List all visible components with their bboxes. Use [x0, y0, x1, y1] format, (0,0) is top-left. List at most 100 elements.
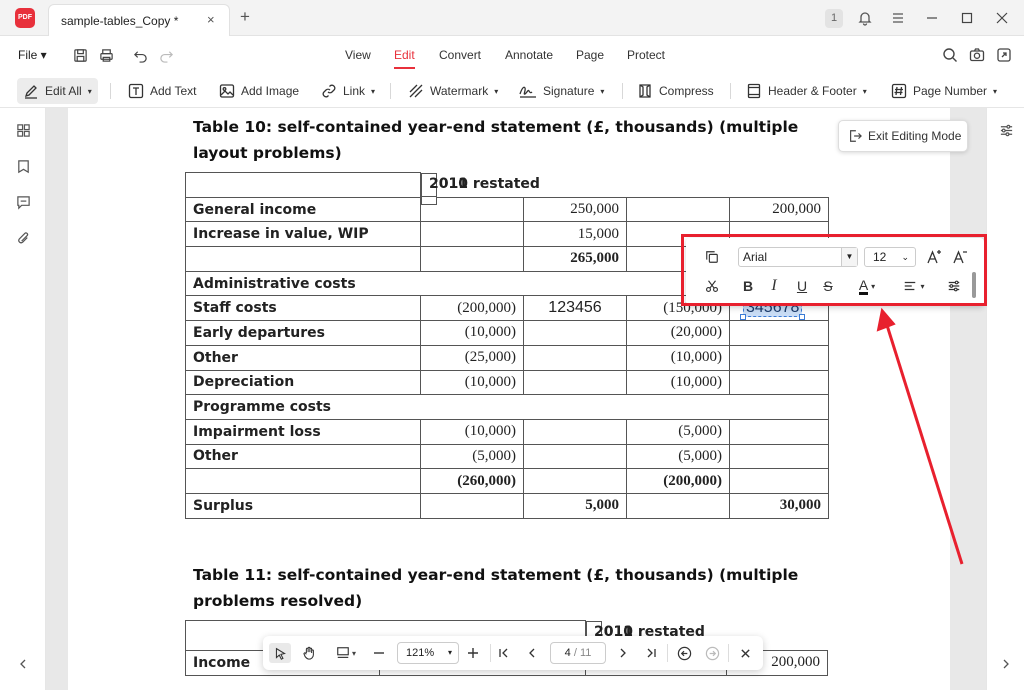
bell-icon[interactable]: [855, 8, 875, 28]
pdf-page[interactable]: Table 10: self-contained year-end statem…: [68, 108, 950, 690]
close-bar-icon[interactable]: [735, 643, 755, 663]
table-cell[interactable]: 265,000: [523, 246, 627, 272]
divider: [390, 83, 391, 99]
search-icon[interactable]: [940, 45, 960, 65]
row-label[interactable]: Early departures: [185, 320, 421, 346]
hamburger-menu-icon[interactable]: [888, 8, 908, 28]
table-cell[interactable]: (260,000): [420, 468, 524, 494]
add-image-button[interactable]: Add Image: [219, 78, 299, 104]
table-cell[interactable]: (10,000): [626, 369, 730, 396]
table-cell[interactable]: (200,000): [420, 295, 524, 322]
share-icon[interactable]: [994, 45, 1014, 65]
table-cell[interactable]: (10,000): [626, 344, 730, 371]
inserted-text-cell[interactable]: 123456: [523, 295, 627, 322]
zoom-select[interactable]: 121% ▾: [397, 642, 459, 664]
tab-convert[interactable]: Convert: [439, 48, 481, 62]
tab-annotate[interactable]: Annotate: [505, 48, 553, 62]
app-logo: PDF: [15, 8, 35, 28]
row-label[interactable]: General income: [185, 196, 421, 223]
tab-view[interactable]: View: [345, 48, 371, 62]
row-label[interactable]: Other: [185, 344, 421, 371]
header-footer-button[interactable]: Header & Footer ▾: [746, 78, 867, 104]
table-cell: [420, 221, 524, 248]
table-cell[interactable]: (200,000): [626, 468, 730, 494]
table-cell[interactable]: 15,000: [523, 221, 627, 248]
table-cell[interactable]: (5,000): [626, 443, 730, 470]
table-cell[interactable]: (25,000): [420, 344, 524, 371]
camera-icon[interactable]: [967, 45, 987, 65]
page-number-button[interactable]: Page Number ▾: [891, 78, 997, 104]
properties-sliders-icon[interactable]: [996, 120, 1016, 140]
collapse-right-icon[interactable]: [996, 654, 1016, 674]
new-tab-icon[interactable]: +: [240, 7, 250, 27]
link-icon: [322, 84, 336, 98]
table-cell: [729, 468, 829, 494]
hand-tool-icon[interactable]: [298, 643, 320, 663]
table-cell[interactable]: (10,000): [420, 320, 524, 346]
row-label[interactable]: Surplus: [185, 492, 421, 519]
zoom-out-icon[interactable]: [370, 643, 388, 663]
close-window-icon[interactable]: [992, 8, 1012, 28]
select-cursor-icon[interactable]: [269, 643, 291, 663]
edit-all-button[interactable]: Edit All ▾: [17, 78, 98, 104]
back-view-icon[interactable]: [674, 643, 694, 663]
document-canvas[interactable]: Table 10: self-contained year-end statem…: [46, 108, 986, 690]
thumbnails-icon[interactable]: [13, 120, 33, 140]
collapse-left-icon[interactable]: [13, 654, 33, 674]
table11-title[interactable]: Table 11: self-contained year-end statem…: [193, 562, 833, 614]
comment-icon[interactable]: [13, 192, 33, 212]
view-mode-button[interactable]: ▾: [331, 643, 361, 663]
undo-icon[interactable]: [130, 45, 150, 65]
bookmark-icon[interactable]: [13, 156, 33, 176]
compress-button[interactable]: Compress: [637, 78, 714, 104]
signature-icon: [519, 86, 536, 98]
last-page-icon[interactable]: [642, 643, 660, 663]
table-cell[interactable]: 30,000: [729, 492, 829, 519]
row-label[interactable]: Increase in value, WIP: [185, 221, 421, 248]
zoom-in-icon[interactable]: [464, 643, 482, 663]
watermark-button[interactable]: Watermark ▾: [408, 78, 498, 104]
page-number-field[interactable]: 4 / 11: [550, 642, 606, 664]
minimize-icon[interactable]: [922, 8, 942, 28]
link-button[interactable]: Link ▾: [321, 78, 375, 104]
table-cell[interactable]: (5,000): [626, 418, 730, 445]
tab-page[interactable]: Page: [576, 48, 604, 62]
file-menu[interactable]: File ▾: [18, 48, 47, 62]
section-label[interactable]: Programme costs: [185, 394, 829, 420]
row-label[interactable]: Staff costs: [185, 295, 421, 322]
col-2010-header[interactable]: 2010 restated: [421, 172, 540, 198]
resize-handle[interactable]: [799, 314, 806, 321]
row-label[interactable]: Depreciation: [185, 369, 421, 396]
table10-title[interactable]: Table 10: self-contained year-end statem…: [193, 114, 833, 166]
table-cell[interactable]: (5,000): [420, 443, 524, 470]
table-cell: [729, 418, 829, 445]
table-cell[interactable]: (20,000): [626, 320, 730, 346]
previous-page-icon[interactable]: [523, 643, 541, 663]
zoom-value: 121%: [406, 647, 435, 659]
table-cell[interactable]: (10,000): [420, 418, 524, 445]
redo-icon[interactable]: [156, 45, 176, 65]
document-tab[interactable]: sample-tables_Copy * ×: [48, 4, 230, 36]
add-text-button[interactable]: Add Text: [128, 78, 196, 104]
maximize-icon[interactable]: [957, 8, 977, 28]
table-cell[interactable]: (10,000): [420, 369, 524, 396]
row-label[interactable]: Other: [185, 443, 421, 470]
compress-icon: [639, 84, 651, 98]
close-tab-icon[interactable]: ×: [207, 12, 215, 27]
table-cell[interactable]: 5,000: [523, 492, 627, 519]
print-icon[interactable]: [96, 45, 116, 65]
table-cell: [626, 196, 730, 223]
attachment-icon[interactable]: [13, 228, 33, 248]
row-label[interactable]: Impairment loss: [185, 418, 421, 445]
tab-protect[interactable]: Protect: [627, 48, 665, 62]
first-page-icon[interactable]: [495, 643, 513, 663]
forward-view-icon[interactable]: [702, 643, 722, 663]
next-page-icon[interactable]: [614, 643, 632, 663]
tab-edit[interactable]: Edit: [394, 48, 415, 69]
table-cell[interactable]: 250,000: [523, 196, 627, 223]
save-icon[interactable]: [70, 45, 90, 65]
signature-button[interactable]: Signature ▾: [519, 78, 604, 104]
table-cell[interactable]: 200,000: [729, 196, 829, 223]
resize-handle[interactable]: [740, 314, 746, 321]
exit-editing-mode-button[interactable]: Exit Editing Mode: [838, 120, 968, 152]
